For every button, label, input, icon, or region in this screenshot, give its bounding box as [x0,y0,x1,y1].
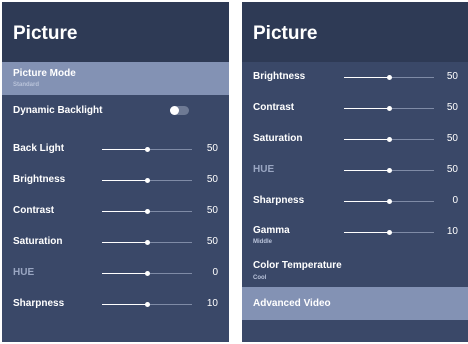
dynamic-backlight-item[interactable]: Dynamic Backlight [2,95,229,126]
gamma-slider-track[interactable] [344,230,434,235]
hue-slider-track[interactable] [102,271,192,276]
saturation-slider-item[interactable]: Saturation 50 [242,127,468,158]
contrast-slider-knob[interactable] [387,106,392,111]
brightness-slider-item[interactable]: Brightness 50 [2,168,229,199]
picture-mode-item[interactable]: Picture Mode Standard [2,62,229,95]
contrast-slider-track[interactable] [344,106,434,111]
saturation-slider-fill [344,139,389,140]
brightness-value: 50 [446,71,458,82]
back-light-slider-knob[interactable] [145,147,150,152]
sharpness-slider-knob[interactable] [387,199,392,204]
back-light-slider-fill [102,149,147,150]
saturation-label: Saturation [13,236,63,247]
sharpness-label: Sharpness [13,298,65,309]
brightness-label: Brightness [13,174,66,185]
contrast-slider-track[interactable] [102,209,192,214]
sharpness-slider-track[interactable] [102,302,192,307]
hue-value: 50 [446,164,458,175]
color-temperature-item[interactable]: Color Temperature Cool [242,253,468,287]
advanced-video-item[interactable]: Advanced Video [242,287,468,320]
contrast-slider-fill [102,211,147,212]
hue-slider-knob[interactable] [145,271,150,276]
hue-slider-fill [344,170,389,171]
sharpness-slider-track[interactable] [344,199,434,204]
contrast-value: 50 [206,205,218,216]
gamma-value: 10 [446,226,458,237]
brightness-slider-knob[interactable] [145,178,150,183]
gamma-slider-fill [344,232,389,233]
hue-label: HUE [253,164,275,175]
saturation-value: 50 [206,236,218,247]
menu-header: Picture [2,2,229,62]
back-light-label: Back Light [13,143,65,154]
sharpness-slider-item[interactable]: Sharpness 0 [242,189,468,220]
dynamic-backlight-label: Dynamic Backlight [13,105,103,116]
saturation-slider-fill [102,242,147,243]
saturation-slider-item[interactable]: Saturation 50 [2,230,229,261]
hue-slider-track[interactable] [344,168,434,173]
sharpness-slider-item[interactable]: Sharpness 10 [2,292,229,323]
sharpness-slider-knob[interactable] [145,302,150,307]
menu-title: Picture [13,23,78,44]
sharpness-label: Sharpness [253,195,305,206]
hue-label: HUE [13,267,35,278]
picture-mode-value: Standard [13,82,40,88]
color-temperature-value: Cool [253,275,267,281]
back-light-slider-item[interactable]: Back Light 50 [2,137,229,168]
brightness-slider-fill [344,77,389,78]
hue-slider-fill [102,273,147,274]
gamma-slider-item[interactable]: Gamma Middle 10 [242,220,468,251]
saturation-value: 50 [446,133,458,144]
contrast-slider-item[interactable]: Contrast 50 [2,199,229,230]
contrast-value: 50 [446,102,458,113]
brightness-slider-knob[interactable] [387,75,392,80]
brightness-label: Brightness [253,71,306,82]
hue-value: 0 [212,267,218,278]
saturation-slider-knob[interactable] [387,137,392,142]
saturation-slider-track[interactable] [102,240,192,245]
picture-menu-right: Picture Brightness 50 Contrast 50 Saturation… [242,2,468,342]
hue-slider-knob[interactable] [387,168,392,173]
hue-slider-item[interactable]: HUE 0 [2,261,229,292]
back-light-slider-track[interactable] [102,147,192,152]
contrast-label: Contrast [253,102,295,113]
picture-menu-left: Picture Picture Mode Standard Dynamic Ba… [2,2,229,342]
brightness-value: 50 [206,174,218,185]
sharpness-slider-fill [344,201,389,202]
dynamic-backlight-toggle[interactable] [170,106,189,115]
saturation-slider-knob[interactable] [145,240,150,245]
sharpness-value: 0 [452,195,458,206]
sharpness-value: 10 [206,298,218,309]
contrast-label: Contrast [13,205,55,216]
contrast-slider-fill [344,108,389,109]
sharpness-slider-fill [102,304,147,305]
menu-header: Picture [242,2,468,62]
brightness-slider-track[interactable] [102,178,192,183]
menu-title: Picture [253,23,318,44]
brightness-slider-fill [102,180,147,181]
saturation-slider-track[interactable] [344,137,434,142]
advanced-video-label: Advanced Video [253,298,331,309]
brightness-slider-item[interactable]: Brightness 50 [242,65,468,96]
contrast-slider-knob[interactable] [145,209,150,214]
picture-mode-label: Picture Mode [13,68,76,79]
hue-slider-item[interactable]: HUE 50 [242,158,468,189]
contrast-slider-item[interactable]: Contrast 50 [242,96,468,127]
brightness-slider-track[interactable] [344,75,434,80]
gamma-sub-value: Middle [253,239,272,245]
gamma-label: Gamma [253,225,290,236]
gamma-slider-knob[interactable] [387,230,392,235]
saturation-label: Saturation [253,133,303,144]
back-light-value: 50 [206,143,218,154]
toggle-knob [170,106,179,115]
color-temperature-label: Color Temperature [253,260,342,271]
